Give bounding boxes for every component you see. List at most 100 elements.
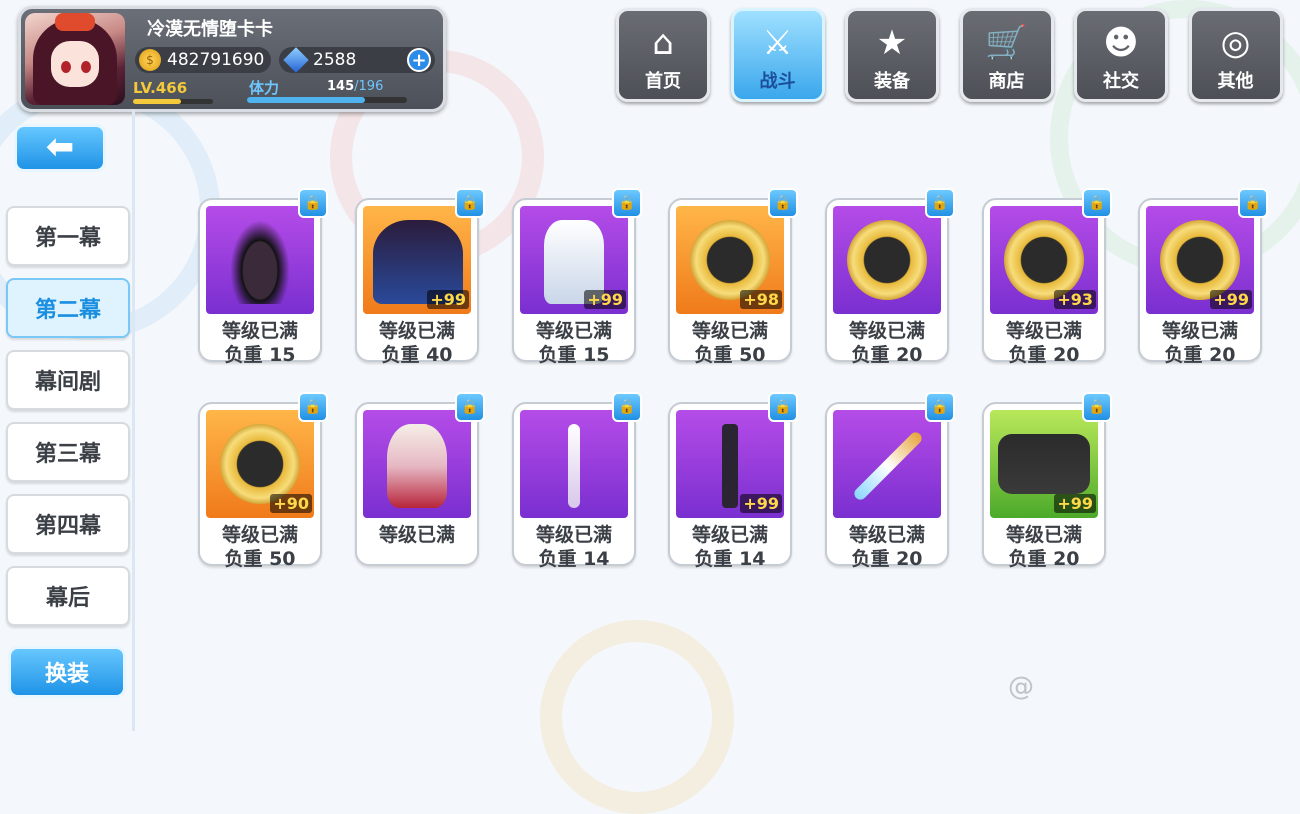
equipment-card[interactable]: 🔒 +99 等级已满 负重 20	[1138, 188, 1268, 366]
level-status: 等级已满	[848, 320, 925, 342]
lock-icon[interactable]: 🔒	[298, 392, 328, 422]
lock-icon[interactable]: 🔒	[768, 188, 798, 218]
level-status: 等级已满	[691, 524, 768, 546]
level-status: 等级已满	[691, 320, 768, 342]
equipment-art	[833, 410, 941, 518]
gem-value: 2588	[313, 50, 357, 70]
enhance-level: +99	[740, 494, 782, 513]
swords-icon: ⚔	[762, 23, 793, 63]
stamina-label: 体力	[249, 79, 280, 97]
nav-button-3[interactable]: 🛒 商店	[959, 8, 1054, 102]
nav-button-2[interactable]: ★ 装备	[845, 8, 939, 102]
target-icon: ◎	[1220, 23, 1251, 63]
equipment-card[interactable]: 🔒 等级已满 负重 20	[825, 392, 955, 570]
equipment-card[interactable]: 🔒 等级已满 负重 14	[512, 392, 642, 570]
ankh-icon	[722, 424, 738, 508]
weight-value: 负重 20	[1008, 548, 1080, 570]
enhance-level: +93	[1054, 290, 1096, 309]
weight-value: 负重 20	[851, 548, 923, 570]
lock-icon[interactable]: 🔒	[612, 188, 642, 218]
level-status: 等级已满	[221, 524, 298, 546]
side-menu-item-3[interactable]: 第三幕	[6, 422, 130, 482]
character-icon	[387, 424, 447, 508]
lock-icon[interactable]: 🔒	[925, 188, 955, 218]
gun-star-icon: ★	[876, 23, 908, 63]
player-name: 冷漠无情堕卡卡	[147, 19, 273, 40]
level-status: 等级已满	[1005, 524, 1082, 546]
equipment-card[interactable]: 🔒 等级已满	[355, 392, 485, 566]
nav-button-1[interactable]: ⚔ 战斗	[730, 8, 825, 102]
side-menu-item-5[interactable]: 幕后	[6, 566, 130, 626]
weight-value: 负重 50	[694, 344, 766, 366]
sword-icon	[851, 429, 925, 503]
side-menu-item-4[interactable]: 第四幕	[6, 494, 130, 554]
eye-medal-icon	[1004, 220, 1084, 300]
equipment-card[interactable]: 🔒 +99 等级已满 负重 40	[355, 188, 485, 366]
nav-label: 战斗	[759, 71, 796, 92]
nav-label: 社交	[1103, 71, 1139, 92]
bg-circle	[540, 620, 734, 814]
weight-value: 负重 40	[381, 344, 453, 366]
equipment-card[interactable]: 🔒 等级已满 负重 15	[198, 188, 328, 366]
nav-label: 首页	[645, 71, 681, 92]
house-icon: ⌂	[652, 23, 674, 63]
weight-value: 负重 50	[224, 548, 296, 570]
equipment-art	[520, 410, 628, 518]
equipment-card[interactable]: 🔒 +99 等级已满 负重 14	[668, 392, 798, 570]
equipment-card[interactable]: 🔒 +93 等级已满 负重 20	[982, 188, 1112, 366]
gem-counter: 2588 +	[279, 47, 435, 73]
level-status: 等级已满	[378, 320, 455, 342]
basket-icon: 🛒	[985, 23, 1028, 63]
change-outfit-button[interactable]: 换装	[8, 646, 126, 698]
equipment-card[interactable]: 🔒 等级已满 负重 20	[825, 188, 955, 366]
enhance-level: +99	[584, 290, 626, 309]
equipment-card[interactable]: 🔒 +99 等级已满 负重 20	[982, 392, 1112, 570]
key-icon	[568, 424, 580, 508]
avatar[interactable]	[25, 13, 125, 105]
nav-button-4[interactable]: ☻ 社交	[1074, 8, 1168, 102]
equipment-card[interactable]: 🔒 +98 等级已满 负重 50	[668, 188, 798, 366]
lock-icon[interactable]: 🔒	[1082, 188, 1112, 218]
level-progress-bar	[133, 99, 213, 104]
weight-value: 负重 20	[1164, 344, 1236, 366]
stamina-value: 145/196	[327, 79, 384, 94]
skull-medal-icon	[690, 220, 770, 300]
player-profile-panel[interactable]: 冷漠无情堕卡卡 $ 482791690 2588 + LV.466 体力 145…	[18, 6, 446, 112]
side-menu-item-2[interactable]: 幕间剧	[6, 350, 130, 410]
back-button[interactable]: ⬅	[14, 124, 106, 172]
level-status: 等级已满	[535, 320, 612, 342]
wings-medal-icon	[220, 424, 300, 504]
gold-value: 482791690	[167, 50, 265, 70]
lock-icon[interactable]: 🔒	[925, 392, 955, 422]
coin-icon: $	[139, 49, 161, 71]
equipment-art	[833, 206, 941, 314]
girl-medal-icon	[847, 220, 927, 300]
side-menu-item-1[interactable]: 第二幕	[6, 278, 130, 338]
nav-button-0[interactable]: ⌂ 首页	[616, 8, 710, 102]
level-status: 等级已满	[535, 524, 612, 546]
enhance-level: +99	[1054, 494, 1096, 513]
nav-button-5[interactable]: ◎ 其他	[1188, 8, 1283, 102]
stamina-progress-bar	[247, 97, 407, 103]
equipment-card[interactable]: 🔒 +90 等级已满 负重 50	[198, 392, 328, 570]
weight-value: 负重 14	[538, 548, 610, 570]
lock-icon[interactable]: 🔒	[1238, 188, 1268, 218]
equipment-card[interactable]: 🔒 +99 等级已满 负重 15	[512, 188, 642, 366]
nav-label: 其他	[1217, 71, 1254, 92]
lock-icon[interactable]: 🔒	[298, 188, 328, 218]
lock-icon[interactable]: 🔒	[455, 188, 485, 218]
lock-icon[interactable]: 🔒	[768, 392, 798, 422]
flame-medal-icon	[1160, 220, 1240, 300]
lock-icon[interactable]: 🔒	[612, 392, 642, 422]
nav-label: 商店	[988, 71, 1025, 92]
lock-icon[interactable]: 🔒	[1082, 392, 1112, 422]
weight-value: 负重 15	[538, 344, 610, 366]
radiation-gun-icon	[998, 434, 1090, 494]
weight-value: 负重 15	[224, 344, 296, 366]
add-gems-button[interactable]: +	[407, 48, 431, 72]
ghost-icon: ☻	[1103, 23, 1139, 63]
level-status: 等级已满	[1005, 320, 1082, 342]
lock-icon[interactable]: 🔒	[455, 392, 485, 422]
side-menu-item-0[interactable]: 第一幕	[6, 206, 130, 266]
player-level: LV.466	[133, 79, 188, 97]
